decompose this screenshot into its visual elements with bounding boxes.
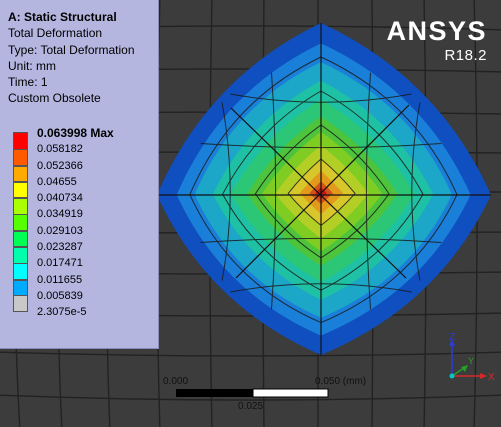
z-axis-label: Z [449,332,455,343]
scale-bar-end-label: 0.050 (mm) [315,376,367,387]
x-axis-arrow-icon [480,373,487,379]
scale-bar-filled-segment [176,389,253,397]
legend-value-label: 0.04655 [37,175,77,188]
legend-value-label: 0.063998 Max [37,126,114,140]
legend-color-swatch [13,230,28,248]
scale-bar: 0.000 0.050 (mm) 0.025 [163,374,393,414]
legend-color-swatch [13,247,28,264]
legend-value-label: 0.011655 [37,273,83,286]
legend-value-label: 0.029103 [37,224,83,237]
legend-value-label: 0.017471 [37,257,83,270]
legend-color-swatch [13,132,28,150]
legend-value-label: 0.034919 [37,208,83,221]
legend-color-swatch [13,214,28,231]
result-time: Time: 1 [8,75,48,90]
legend-value-label: 0.005839 [37,289,83,302]
legend-color-swatch [13,295,28,312]
legend-color-swatch [13,263,28,280]
legend-color-swatch [13,279,28,297]
legend-color-swatch [13,198,28,215]
legend-value-label: 0.058182 [37,143,83,156]
axis-triad[interactable]: Z X Y [438,330,498,390]
x-axis-label: X [488,372,495,383]
legend-color-swatch [13,165,28,183]
result-legend[interactable]: A: Static Structural Total Deformation T… [0,0,159,349]
scale-bar-start-label: 0.000 [163,376,189,387]
legend-value-label: 0.023287 [37,241,83,254]
scale-bar-empty-segment [252,388,329,398]
analysis-title: A: Static Structural [8,10,117,24]
legend-value-label: 0.040734 [37,192,83,205]
custom-note: Custom Obsolete [8,91,101,106]
scale-bar-mid-label: 0.025 [238,401,264,412]
legend-header: A: Static Structural Total Deformation T… [8,9,135,107]
legend-color-swatch [13,149,28,166]
triad-origin-icon [449,373,455,379]
legend-color-swatch [13,181,28,199]
brand-version: R18.2 [444,47,487,64]
result-type: Type: Total Deformation [8,42,135,57]
brand-name: ANSYS [386,16,487,46]
y-axis-label: Y [468,356,474,366]
legend-value-label: 2.3075e-5 [37,306,87,319]
ansys-logo: ANSYS R18.2 [386,16,487,65]
result-name: Total Deformation [8,26,103,41]
result-unit: Unit: mm [8,58,56,73]
legend-value-label: 0.052366 [37,159,83,172]
